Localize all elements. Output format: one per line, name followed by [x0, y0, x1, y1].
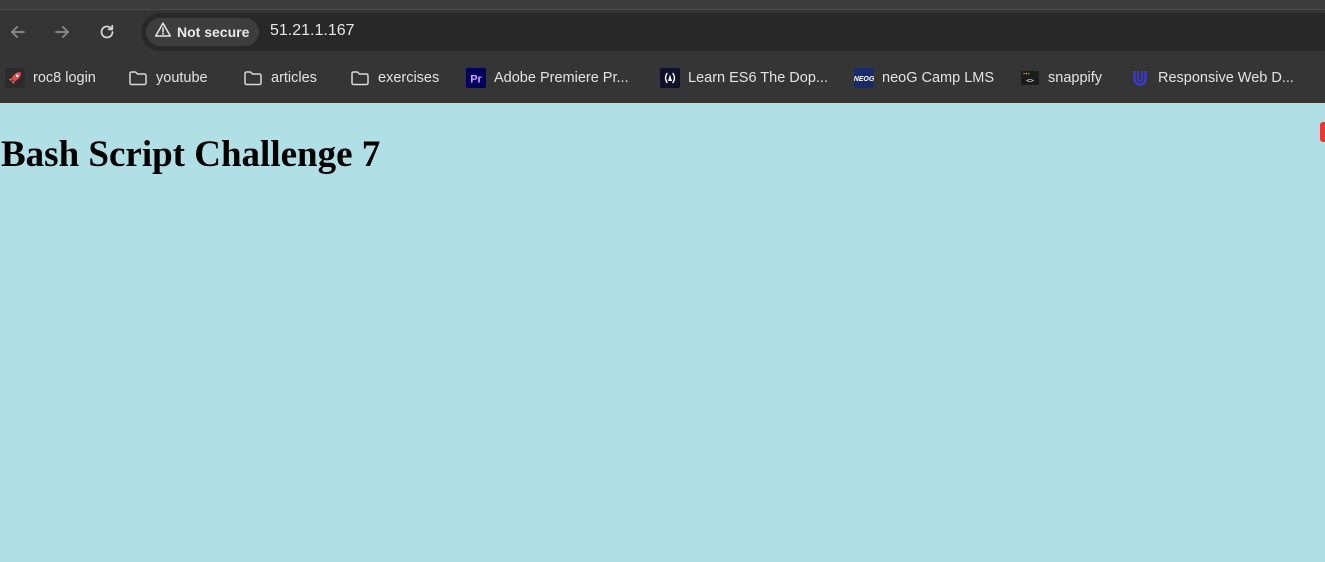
snappify-icon: <> — [1020, 68, 1040, 88]
bookmark-label: roc8 login — [33, 70, 96, 86]
bookmark-exercises[interactable]: exercises — [350, 66, 439, 90]
udacity-icon — [1130, 68, 1150, 88]
back-button[interactable] — [2, 16, 34, 48]
bookmark-label: Responsive Web D... — [1158, 70, 1294, 86]
bookmark-snappify[interactable]: <> snappify — [1020, 66, 1102, 90]
page-title: Bash Script Challenge 7 — [1, 134, 381, 175]
folder-icon — [128, 68, 148, 88]
bookmark-learn-es6[interactable]: Learn ES6 The Dop... — [660, 66, 828, 90]
bookmark-label: articles — [271, 70, 317, 86]
folder-icon — [243, 68, 263, 88]
premiere-pro-icon: Pr — [466, 68, 486, 88]
bookmark-overflow-icon — [1320, 122, 1325, 142]
rocket-icon — [5, 68, 25, 88]
bookmarks-bar: roc8 login youtube articles exercises Pr… — [0, 54, 1325, 142]
svg-text:Pr: Pr — [470, 74, 482, 86]
bookmark-label: Adobe Premiere Pr... — [494, 70, 629, 86]
warning-triangle-icon — [154, 21, 172, 44]
site-security-chip[interactable]: Not secure — [146, 18, 260, 46]
window-top-strip — [0, 0, 1325, 10]
bookmark-label: Learn ES6 The Dop... — [688, 70, 828, 86]
bookmark-adobe-premiere[interactable]: Pr Adobe Premiere Pr... — [466, 66, 629, 90]
neog-icon: NEOG — [854, 68, 874, 88]
arrow-right-icon — [52, 22, 72, 42]
security-label: Not secure — [177, 24, 250, 40]
browser-toolbar: Not secure 51.21.1.167 — [0, 10, 1325, 54]
bookmark-label: youtube — [156, 70, 208, 86]
bookmark-articles[interactable]: articles — [243, 66, 317, 90]
bookmark-label: exercises — [378, 70, 440, 86]
reload-button[interactable] — [91, 16, 123, 48]
svg-text:<>: <> — [1026, 77, 1034, 85]
bookmark-label: neoG Camp LMS — [882, 70, 995, 86]
es6-icon — [660, 68, 680, 88]
reload-icon — [97, 22, 117, 42]
forward-button[interactable] — [46, 16, 78, 48]
folder-icon — [350, 68, 370, 88]
url-text[interactable]: 51.21.1.167 — [270, 22, 355, 40]
bookmark-responsive-web[interactable]: Responsive Web D... — [1130, 66, 1294, 90]
bookmark-roc8-login[interactable]: roc8 login — [5, 66, 96, 90]
bookmark-label: snappify — [1048, 70, 1103, 86]
bookmark-youtube[interactable]: youtube — [128, 66, 208, 90]
bookmark-neog-camp[interactable]: NEOG neoG Camp LMS — [854, 66, 994, 90]
address-bar[interactable]: Not secure 51.21.1.167 — [141, 13, 1325, 51]
arrow-left-icon — [8, 22, 28, 42]
svg-text:NEOG: NEOG — [854, 76, 874, 83]
